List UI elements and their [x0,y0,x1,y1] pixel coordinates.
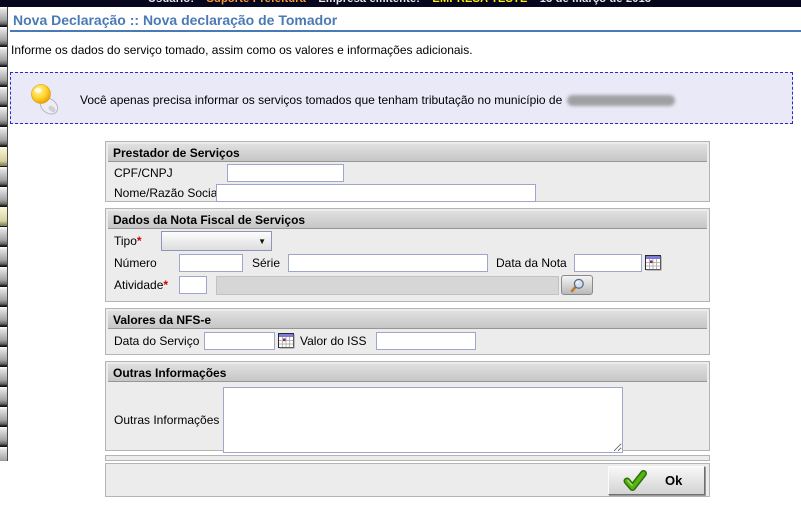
data-do-servico-input[interactable] [204,332,275,350]
calendar-icon[interactable] [278,333,295,349]
section-prestador: Prestador de Serviços CPF/CNPJ Nome/Razã… [105,141,710,202]
required-marker: * [137,234,142,248]
lightbulb-icon [30,83,62,117]
chevron-down-icon: ▼ [258,237,266,246]
top-status-bar: Usuário: Suporte Prefeitura Empresa emit… [0,0,801,7]
serie-input[interactable] [288,254,488,272]
info-text: Você apenas precisa informar os serviços… [80,93,675,107]
section-valores-header: Valores da NFS-e [108,311,707,329]
tipo-row: Tipo* ▼ [106,230,709,252]
ok-button[interactable]: Ok [608,466,705,495]
topbar-company-label: Empresa emitente: [318,0,420,5]
page-subtitle: Informe os dados do serviço tomado, assi… [11,43,473,57]
numero-label: Número [114,256,179,270]
atividade-label: Atividade* [114,278,179,292]
section-valores: Valores da NFS-e Data do Serviço Valor d… [105,308,710,355]
sidebar-edge [0,7,8,461]
cpf-cnpj-input[interactable] [227,164,344,182]
serie-label: Série [252,256,288,270]
atividade-code-input[interactable] [179,276,207,294]
redacted-municipality [567,95,675,106]
section-prestador-header: Prestador de Serviços [108,144,707,162]
topbar-company-name[interactable]: EMPRESA TESTE [432,0,527,5]
razao-social-label: Nome/Razão Social [114,186,216,200]
outras-informacoes-textarea[interactable] [223,387,623,453]
check-icon [623,470,647,492]
topbar-user-label: Usuário: [148,0,194,5]
ok-button-label: Ok [665,473,682,488]
sidebar-edge-item [0,207,7,226]
valor-do-iss-label: Valor do ISS [300,334,370,348]
atividade-row: Atividade* [106,274,709,296]
form-footer: Ok [105,463,710,497]
data-da-nota-input[interactable] [574,254,642,272]
page-title: Nova Declaração :: Nova declaração de To… [13,12,337,28]
section-outras-header: Outras Informações [108,364,707,382]
razao-social-row: Nome/Razão Social [106,183,709,203]
sidebar-edge-item [0,147,7,166]
atividade-description-field [216,276,559,295]
razao-social-input[interactable] [216,184,536,202]
topbar-user-name[interactable]: Suporte Prefeitura [206,0,306,5]
outras-informacoes-label: Outras Informações [114,413,223,427]
section-outras-informacoes: Outras Informações Outras Informações [105,361,710,451]
required-marker: * [163,278,168,292]
search-icon[interactable] [561,275,593,295]
section-nota-fiscal-header: Dados da Nota Fiscal de Serviços [108,211,707,229]
calendar-icon[interactable] [645,255,662,271]
cpf-cnpj-label: CPF/CNPJ [114,166,227,180]
outras-informacoes-row: Outras Informações [106,383,709,457]
valor-do-iss-input[interactable] [376,332,476,350]
info-box: Você apenas precisa informar os serviços… [10,72,793,124]
top-status-text: Usuário: Suporte Prefeitura Empresa emit… [148,0,660,5]
numero-serie-data-row: Número Série Data da Nota [106,252,709,274]
data-do-servico-label: Data do Serviço [114,334,204,348]
cpf-cnpj-row: CPF/CNPJ [106,163,709,183]
numero-input[interactable] [179,254,243,272]
title-divider [10,30,801,32]
data-da-nota-label: Data da Nota [496,256,574,270]
spacer-bar [105,455,710,461]
valores-row: Data do Serviço Valor do ISS [106,330,709,352]
tipo-label: Tipo* [114,234,161,248]
topbar-date: 13 de março de 2013 [540,0,651,5]
section-nota-fiscal: Dados da Nota Fiscal de Serviços Tipo* ▼… [105,208,710,302]
tipo-select[interactable]: ▼ [161,231,272,251]
